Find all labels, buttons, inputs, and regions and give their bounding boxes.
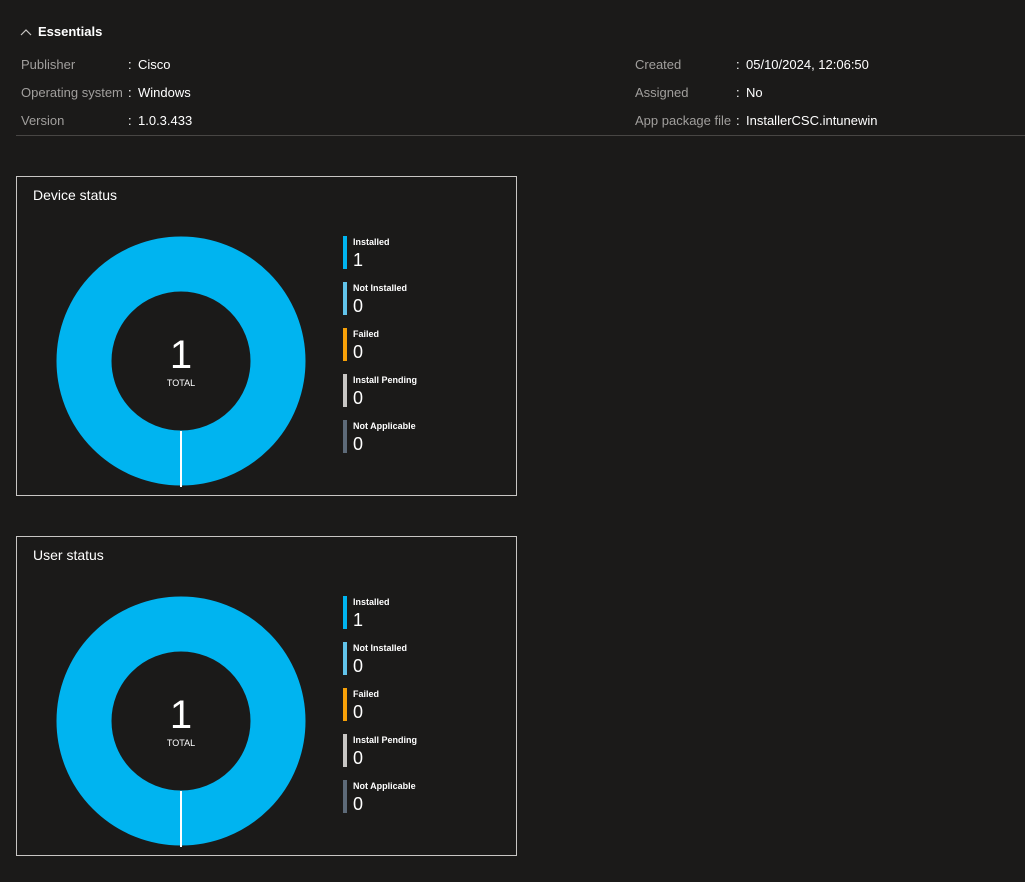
property-label: Assigned: [635, 85, 689, 100]
legend-label: Not Installed: [353, 283, 408, 293]
property-operating-system: Operating system : Windows: [21, 84, 191, 102]
legend-label: Not Installed: [353, 643, 408, 653]
legend-label: Failed: [353, 689, 380, 699]
property-value: 05/10/2024, 12:06:50: [746, 57, 869, 72]
essentials-title: Essentials: [38, 24, 103, 39]
legend-item-install-pending[interactable]: Install Pending 0: [343, 374, 463, 408]
property-created: Created : 05/10/2024, 12:06:50: [635, 56, 869, 74]
property-value: Windows: [138, 85, 191, 100]
property-value: Cisco: [138, 57, 171, 72]
legend-value: 0: [353, 388, 364, 408]
chevron-up-icon: [20, 28, 32, 36]
legend-label: Failed: [353, 329, 380, 339]
card-title: User status: [33, 547, 104, 563]
property-colon: :: [128, 113, 132, 128]
legend-value: 0: [353, 434, 364, 454]
legend-label: Installed: [353, 237, 390, 247]
legend-color-bar: [343, 236, 347, 269]
property-app-package-file: App package file : InstallerCSC.intunewi…: [635, 112, 878, 130]
legend-item-not-installed[interactable]: Not Installed 0: [343, 282, 463, 316]
legend-color-bar: [343, 734, 347, 767]
legend-value: 1: [353, 610, 364, 630]
property-colon: :: [128, 57, 132, 72]
property-label: Publisher: [21, 57, 76, 72]
legend-label: Not Applicable: [353, 781, 416, 791]
legend-label: Not Applicable: [353, 421, 416, 431]
legend-value: 0: [353, 748, 364, 768]
donut-total-label: TOTAL: [166, 738, 196, 748]
property-label: Version: [21, 113, 65, 128]
legend-item-install-pending[interactable]: Install Pending 0: [343, 734, 463, 768]
legend-label: Installed: [353, 597, 390, 607]
legend-item-not-applicable[interactable]: Not Applicable 0: [343, 780, 463, 814]
legend-color-bar: [343, 420, 347, 453]
property-colon: :: [128, 85, 132, 100]
legend-color-bar: [343, 282, 347, 315]
legend-item-not-installed[interactable]: Not Installed 0: [343, 642, 463, 676]
property-publisher: Publisher : Cisco: [21, 56, 171, 74]
legend-color-bar: [343, 596, 347, 629]
legend-item-failed[interactable]: Failed 0: [343, 328, 463, 362]
property-colon: :: [736, 113, 740, 128]
legend-item-installed[interactable]: Installed 1: [343, 596, 463, 630]
property-value: InstallerCSC.intunewin: [746, 113, 878, 128]
legend-label: Install Pending: [353, 735, 418, 745]
card-title: Device status: [33, 187, 118, 203]
property-value: 1.0.3.433: [138, 113, 193, 128]
property-label: App package file: [635, 113, 732, 128]
legend-value: 0: [353, 656, 364, 676]
property-colon: :: [736, 85, 740, 100]
legend-item-installed[interactable]: Installed 1: [343, 236, 463, 270]
legend-item-not-applicable[interactable]: Not Applicable 0: [343, 420, 463, 454]
legend-value: 1: [353, 250, 364, 270]
legend-value: 0: [353, 342, 364, 362]
property-assigned: Assigned : No: [635, 84, 763, 102]
legend-value: 0: [353, 296, 364, 316]
essentials-divider: [16, 135, 1025, 136]
device-status-card[interactable]: Device status 1 TOTAL Installed 1 Not In…: [16, 176, 517, 496]
property-label: Created: [635, 57, 682, 72]
legend-value: 0: [353, 702, 364, 722]
user-status-card[interactable]: User status 1 TOTAL Installed 1 Not Inst…: [16, 536, 517, 856]
property-version: Version : 1.0.3.433: [21, 112, 192, 130]
donut-total-label: TOTAL: [166, 378, 196, 388]
app-overview-page: Essentials Publisher : Cisco Operating s…: [0, 0, 1025, 882]
legend-value: 0: [353, 794, 364, 814]
property-value: No: [746, 85, 763, 100]
legend-color-bar: [343, 328, 347, 361]
property-colon: :: [736, 57, 740, 72]
legend-item-failed[interactable]: Failed 0: [343, 688, 463, 722]
property-label: Operating system: [21, 85, 123, 100]
legend-color-bar: [343, 688, 347, 721]
donut-total-value: 1: [169, 333, 193, 377]
legend-color-bar: [343, 642, 347, 675]
legend-color-bar: [343, 374, 347, 407]
legend-label: Install Pending: [353, 375, 418, 385]
donut-total-value: 1: [169, 693, 193, 737]
legend-color-bar: [343, 780, 347, 813]
essentials-toggle[interactable]: Essentials: [20, 24, 102, 39]
